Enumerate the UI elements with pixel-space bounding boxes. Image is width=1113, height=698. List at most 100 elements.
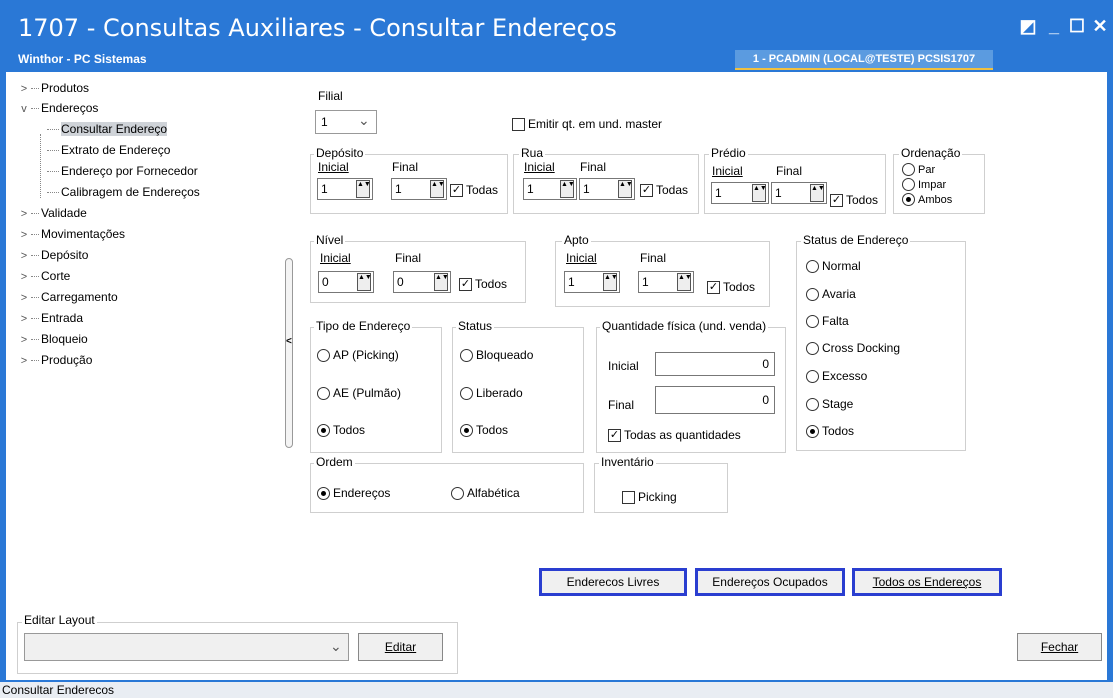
- spinner-arrows-icon[interactable]: ▲▼: [560, 180, 575, 198]
- tree-item-bloqueio[interactable]: > Bloqueio: [17, 329, 88, 349]
- radio-circle[interactable]: [460, 386, 473, 400]
- radio-circle[interactable]: [317, 423, 330, 437]
- radio-circle[interactable]: [806, 369, 819, 383]
- checkmark-icon[interactable]: ✓: [608, 428, 621, 442]
- rua-todas-checkbox[interactable]: ✓ Todas: [640, 183, 688, 197]
- panel-splitter[interactable]: [285, 258, 293, 448]
- tree-item-deposito[interactable]: > Depósito: [17, 245, 89, 266]
- tree-item-corte[interactable]: > Corte: [17, 266, 71, 286]
- spinner-value[interactable]: 1: [639, 275, 677, 289]
- master-checkbox[interactable]: Emitir qt. em und. master: [512, 117, 662, 131]
- chevron-right-icon[interactable]: >: [17, 246, 31, 266]
- spinner-value[interactable]: 1: [392, 182, 430, 196]
- radio-circle[interactable]: [806, 341, 819, 355]
- maximize-icon[interactable]: ☐: [1066, 15, 1088, 37]
- radio-circle[interactable]: [806, 397, 819, 411]
- tree-item-carregamento[interactable]: > Carregamento: [17, 287, 118, 307]
- filial-select[interactable]: 1 ⌄: [315, 110, 377, 134]
- radio-circle[interactable]: [902, 178, 915, 191]
- chevron-right-icon[interactable]: >: [17, 351, 31, 371]
- tree-item-produtos[interactable]: > Produtos: [17, 78, 89, 98]
- tipo-todos-radio[interactable]: Todos: [317, 423, 365, 437]
- spinner-arrows-icon[interactable]: ▲▼: [434, 273, 449, 291]
- spinner-arrows-icon[interactable]: ▲▼: [752, 184, 767, 202]
- spinner-value[interactable]: 1: [318, 182, 356, 196]
- status-cross-docking-radio[interactable]: Cross Docking: [806, 341, 900, 355]
- nivel-todos-checkbox[interactable]: ✓ Todos: [459, 277, 507, 291]
- spinner-arrows-icon[interactable]: ▲▼: [810, 184, 825, 202]
- tipo-ap-radio[interactable]: AP (Picking): [317, 348, 399, 362]
- nivel-inicial-spinner[interactable]: 0 ▲▼: [318, 271, 374, 293]
- fechar-button[interactable]: Fechar: [1017, 633, 1102, 661]
- nivel-final-spinner[interactable]: 0 ▲▼: [393, 271, 451, 293]
- apto-final-spinner[interactable]: 1 ▲▼: [638, 271, 694, 293]
- radio-circle[interactable]: [460, 348, 473, 362]
- spinner-arrows-icon[interactable]: ▲▼: [430, 180, 445, 198]
- status-bloqueado-radio[interactable]: Bloqueado: [460, 348, 533, 362]
- chevron-right-icon[interactable]: >: [17, 288, 31, 308]
- enderecos-livres-button[interactable]: Enderecos Livres: [539, 568, 687, 596]
- predio-todos-checkbox[interactable]: ✓ Todos: [830, 193, 878, 207]
- deposito-todas-checkbox[interactable]: ✓ Todas: [450, 183, 498, 197]
- spinner-arrows-icon[interactable]: ▲▼: [603, 273, 618, 291]
- tipo-ae-radio[interactable]: AE (Pulmão): [317, 386, 401, 400]
- checkmark-icon[interactable]: ✓: [707, 280, 720, 294]
- checkmark-icon[interactable]: ✓: [830, 193, 843, 207]
- ordem-enderecos-radio[interactable]: Endereços: [317, 486, 390, 500]
- qtd-final-input[interactable]: 0: [655, 386, 775, 414]
- status-liberado-radio[interactable]: Liberado: [460, 386, 523, 400]
- layout-select[interactable]: ⌄: [24, 633, 349, 661]
- enderecos-ocupados-button[interactable]: Endereços Ocupados: [695, 568, 845, 596]
- chevron-right-icon[interactable]: >: [17, 225, 31, 245]
- radio-circle[interactable]: [806, 314, 819, 328]
- todas-quantidades-checkbox[interactable]: ✓ Todas as quantidades: [608, 428, 741, 442]
- deposito-inicial-spinner[interactable]: 1 ▲▼: [317, 178, 373, 200]
- chevron-right-icon[interactable]: >: [17, 330, 31, 350]
- deposito-final-spinner[interactable]: 1 ▲▼: [391, 178, 447, 200]
- tree-item-consultar-endereco[interactable]: Consultar Endereço: [47, 119, 168, 139]
- status-todos-radio[interactable]: Todos: [460, 423, 508, 437]
- spinner-value[interactable]: 1: [712, 186, 752, 200]
- radio-circle[interactable]: [902, 193, 915, 206]
- tree-item-producao[interactable]: > Produção: [17, 350, 93, 371]
- radio-circle[interactable]: [806, 287, 819, 301]
- checkmark-icon[interactable]: ✓: [640, 183, 653, 197]
- spinner-value[interactable]: 0: [319, 275, 357, 289]
- checkbox-box[interactable]: [512, 117, 525, 131]
- tree-item-calibragem[interactable]: Calibragem de Endereços: [47, 182, 200, 202]
- spinner-value[interactable]: 1: [565, 275, 603, 289]
- tree-item-movimentacoes[interactable]: > Movimentações: [17, 224, 125, 244]
- spinner-arrows-icon[interactable]: ▲▼: [357, 273, 372, 291]
- chevron-right-icon[interactable]: >: [17, 204, 31, 224]
- picking-checkbox[interactable]: Picking: [622, 490, 677, 504]
- tree-item-extrato-endereco[interactable]: Extrato de Endereço: [47, 140, 170, 160]
- qtd-inicial-input[interactable]: 0: [655, 352, 775, 376]
- radio-circle[interactable]: [806, 259, 819, 273]
- chevron-right-icon[interactable]: >: [17, 79, 31, 99]
- radio-circle[interactable]: [451, 486, 464, 500]
- rua-final-spinner[interactable]: 1 ▲▼: [579, 178, 635, 200]
- tree-item-enderecos[interactable]: v Endereços: [17, 98, 98, 118]
- predio-final-spinner[interactable]: 1 ▲▼: [771, 182, 827, 204]
- editar-button[interactable]: Editar: [358, 633, 443, 661]
- chevron-down-icon[interactable]: v: [17, 99, 31, 119]
- spinner-arrows-icon[interactable]: ▲▼: [356, 180, 371, 198]
- status-excesso-radio[interactable]: Excesso: [806, 369, 867, 383]
- tree-item-endereco-fornecedor[interactable]: Endereço por Fornecedor: [47, 161, 198, 181]
- status-avaria-radio[interactable]: Avaria: [806, 287, 856, 301]
- chevron-right-icon[interactable]: >: [17, 309, 31, 329]
- spinner-value[interactable]: 1: [772, 186, 810, 200]
- radio-circle[interactable]: [317, 348, 330, 362]
- par-radio[interactable]: Par: [902, 163, 935, 176]
- ordem-alfabetica-radio[interactable]: Alfabética: [451, 486, 520, 500]
- minimize-icon[interactable]: _: [1043, 15, 1065, 37]
- status-stage-radio[interactable]: Stage: [806, 397, 853, 411]
- ambos-radio[interactable]: Ambos: [902, 193, 952, 206]
- restore-icon[interactable]: ◩: [1017, 15, 1039, 37]
- checkmark-icon[interactable]: ✓: [450, 183, 463, 197]
- predio-inicial-spinner[interactable]: 1 ▲▼: [711, 182, 769, 204]
- close-icon[interactable]: ✕: [1089, 15, 1111, 37]
- radio-circle[interactable]: [902, 163, 915, 176]
- status-falta-radio[interactable]: Falta: [806, 314, 849, 328]
- spinner-value[interactable]: 1: [524, 182, 560, 196]
